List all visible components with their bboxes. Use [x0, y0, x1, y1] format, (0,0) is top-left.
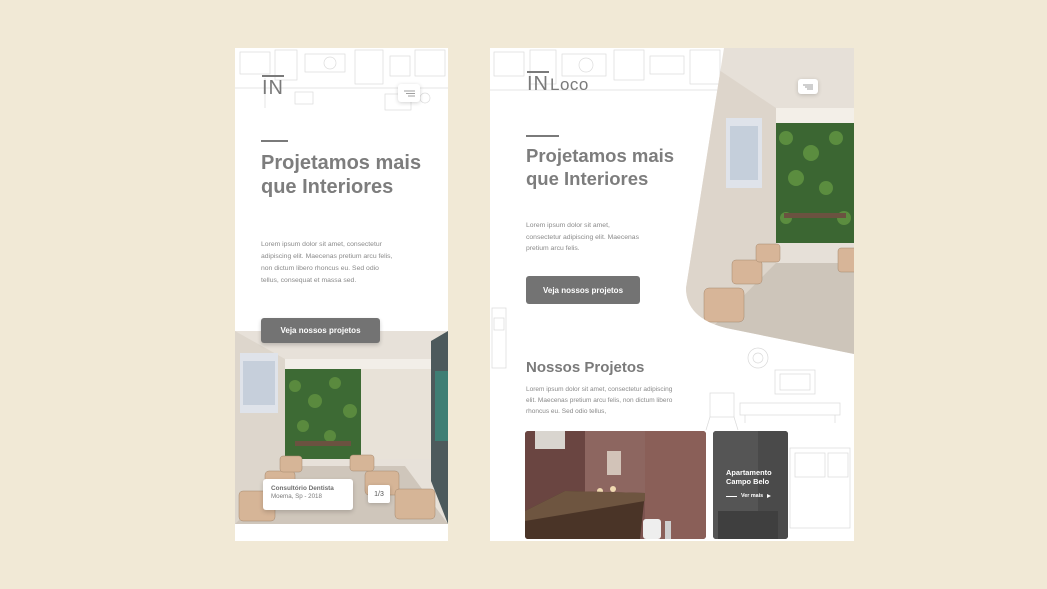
tablet-screen: INLoco Projetamos mais que Interiores Lo…: [490, 48, 854, 541]
hero-title: Projetamos mais que Interiores: [526, 145, 675, 189]
menu-icon: [803, 84, 813, 89]
project-caption-card[interactable]: Consultório Dentista Moema, Sp - 2018: [263, 479, 353, 510]
menu-button[interactable]: [798, 79, 818, 94]
brand-logo[interactable]: IN: [262, 77, 284, 100]
logo-mark: IN: [262, 77, 284, 99]
hero-image: [686, 48, 854, 354]
hero-text: Lorem ipsum dolor sit amet, consectetur …: [261, 241, 393, 284]
link-line: [726, 495, 737, 497]
brand-logo[interactable]: INLoco: [527, 73, 589, 96]
title-divider: [261, 140, 288, 142]
view-projects-button[interactable]: Veja nossos projetos: [261, 318, 380, 343]
projects-section-text: Lorem ipsum dolor sit amet, consectetur …: [526, 386, 673, 415]
project-title: Consultório Dentista: [271, 485, 334, 492]
project-card-title: Apartamento Campo Belo: [726, 468, 772, 486]
menu-icon: [403, 90, 415, 96]
see-more-label: Ver mais: [741, 493, 764, 499]
project-card-bathroom[interactable]: [525, 431, 706, 539]
arrow-right-icon: [767, 494, 772, 498]
mobile-screen: IN Projetamos mais que Interiores Lorem …: [235, 48, 448, 541]
project-photo: [525, 431, 706, 539]
title-divider: [526, 135, 559, 137]
menu-button[interactable]: [398, 84, 420, 102]
hero-text: Lorem ipsum dolor sit amet, consectetur …: [526, 222, 639, 252]
logo-wordmark: Loco: [550, 75, 589, 94]
logo-mark: IN: [527, 73, 549, 95]
see-more-link[interactable]: Ver mais: [726, 493, 772, 499]
project-card-apartment[interactable]: Apartamento Campo Belo Ver mais: [713, 431, 788, 539]
hero-title: Projetamos mais que Interiores: [261, 152, 422, 198]
projects-section-title: Nossos Projetos: [526, 359, 645, 376]
project-subtitle: Moema, Sp - 2018: [271, 493, 322, 500]
slide-pager[interactable]: 1/3: [368, 485, 390, 503]
view-projects-button[interactable]: Veja nossos projetos: [526, 276, 640, 304]
